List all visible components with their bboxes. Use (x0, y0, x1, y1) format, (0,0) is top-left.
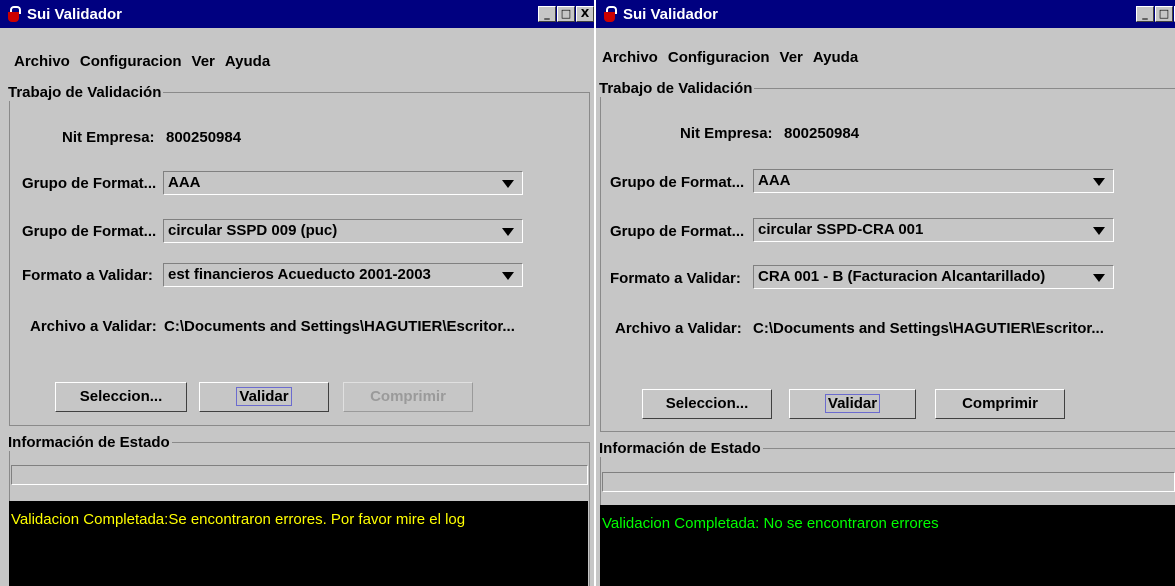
status-panel-legend: Información de Estado (8, 434, 170, 451)
work-panel-legend: Trabajo de Validación (8, 84, 162, 101)
menu-ayuda[interactable]: Ayuda (813, 49, 858, 66)
dropdown-arrow-icon (1093, 178, 1105, 186)
formato-value: est financieros Acueducto 2001-2003 (168, 266, 431, 283)
comprimir-button: Comprimir (343, 382, 473, 412)
nit-label: Nit Empresa: (680, 125, 773, 142)
java-app-icon (6, 5, 23, 23)
grupo1-label: Grupo de Format... (22, 175, 157, 192)
dropdown-arrow-icon (502, 228, 514, 236)
dropdown-arrow-icon (502, 272, 514, 280)
validar-button[interactable]: Validar (789, 389, 916, 419)
menu-configuracion[interactable]: Configuracion (668, 49, 770, 66)
menu-archivo[interactable]: Archivo (602, 49, 658, 66)
title-bar[interactable]: Sui Validador (596, 0, 1175, 28)
archivo-value: C:\Documents and Settings\HAGUTIER\Escri… (164, 318, 515, 335)
close-button[interactable]: X (576, 6, 594, 22)
menu-archivo[interactable]: Archivo (14, 53, 70, 70)
nit-value: 800250984 (166, 129, 242, 146)
validar-button[interactable]: Validar (199, 382, 329, 412)
nit-value: 800250984 (784, 125, 860, 142)
validator-window-left: Sui Validador _ □ X Archivo Configuracio… (0, 0, 594, 586)
grupo2-value: circular SSPD 009 (puc) (168, 222, 338, 239)
status-message: Validacion Completada: No se encontraron… (602, 515, 939, 532)
archivo-label: Archivo a Validar: (30, 318, 157, 335)
validator-window-right: Sui Validador _ □ X Archivo Configuracio… (596, 0, 1175, 586)
progress-bar (11, 465, 588, 485)
grupo2-value: circular SSPD-CRA 001 (758, 221, 924, 238)
window-title: Sui Validador (27, 5, 123, 23)
dropdown-arrow-icon (502, 180, 514, 188)
seleccion-button[interactable]: Seleccion... (642, 389, 772, 419)
work-panel-legend: Trabajo de Validación (599, 80, 753, 97)
grupo2-select[interactable]: circular SSPD 009 (puc) (163, 219, 523, 243)
archivo-value: C:\Documents and Settings\HAGUTIER\Escri… (753, 320, 1104, 337)
dropdown-arrow-icon (1093, 274, 1105, 282)
maximize-button[interactable]: □ (557, 6, 575, 22)
status-panel-legend: Información de Estado (599, 440, 761, 457)
grupo1-value: AAA (168, 174, 201, 191)
grupo2-select[interactable]: circular SSPD-CRA 001 (753, 218, 1114, 242)
title-bar[interactable]: Sui Validador (0, 0, 594, 28)
minimize-button[interactable]: _ (538, 6, 556, 22)
grupo1-select[interactable]: AAA (163, 171, 523, 195)
menu-bar: Archivo Configuracion Ver Ayuda (0, 50, 594, 72)
seleccion-button[interactable]: Seleccion... (55, 382, 187, 412)
menu-ayuda[interactable]: Ayuda (225, 53, 270, 70)
comprimir-button[interactable]: Comprimir (935, 389, 1065, 419)
grupo1-label: Grupo de Format... (610, 174, 745, 191)
maximize-button[interactable]: □ (1155, 6, 1173, 22)
archivo-label: Archivo a Validar: (615, 320, 742, 337)
menu-bar: Archivo Configuracion Ver Ayuda (596, 46, 1175, 68)
formato-label: Formato a Validar: (610, 270, 741, 287)
status-message: Validacion Completada:Se encontraron err… (11, 511, 466, 528)
java-app-icon (602, 5, 619, 23)
grupo1-select[interactable]: AAA (753, 169, 1114, 193)
window-title: Sui Validador (623, 5, 719, 23)
formato-label: Formato a Validar: (22, 267, 153, 284)
nit-label: Nit Empresa: (62, 129, 155, 146)
menu-configuracion[interactable]: Configuracion (80, 53, 182, 70)
grupo2-label: Grupo de Format... (610, 223, 745, 240)
formato-value: CRA 001 - B (Facturacion Alcantarillado) (758, 268, 1046, 285)
formato-select[interactable]: est financieros Acueducto 2001-2003 (163, 263, 523, 287)
menu-ver[interactable]: Ver (192, 53, 215, 70)
status-console: Validacion Completada:Se encontraron err… (9, 501, 588, 586)
grupo1-value: AAA (758, 172, 791, 189)
grupo2-label: Grupo de Format... (22, 223, 157, 240)
minimize-button[interactable]: _ (1136, 6, 1154, 22)
dropdown-arrow-icon (1093, 227, 1105, 235)
formato-select[interactable]: CRA 001 - B (Facturacion Alcantarillado) (753, 265, 1114, 289)
status-console: Validacion Completada: No se encontraron… (600, 505, 1175, 586)
progress-bar (602, 472, 1175, 492)
menu-ver[interactable]: Ver (780, 49, 803, 66)
